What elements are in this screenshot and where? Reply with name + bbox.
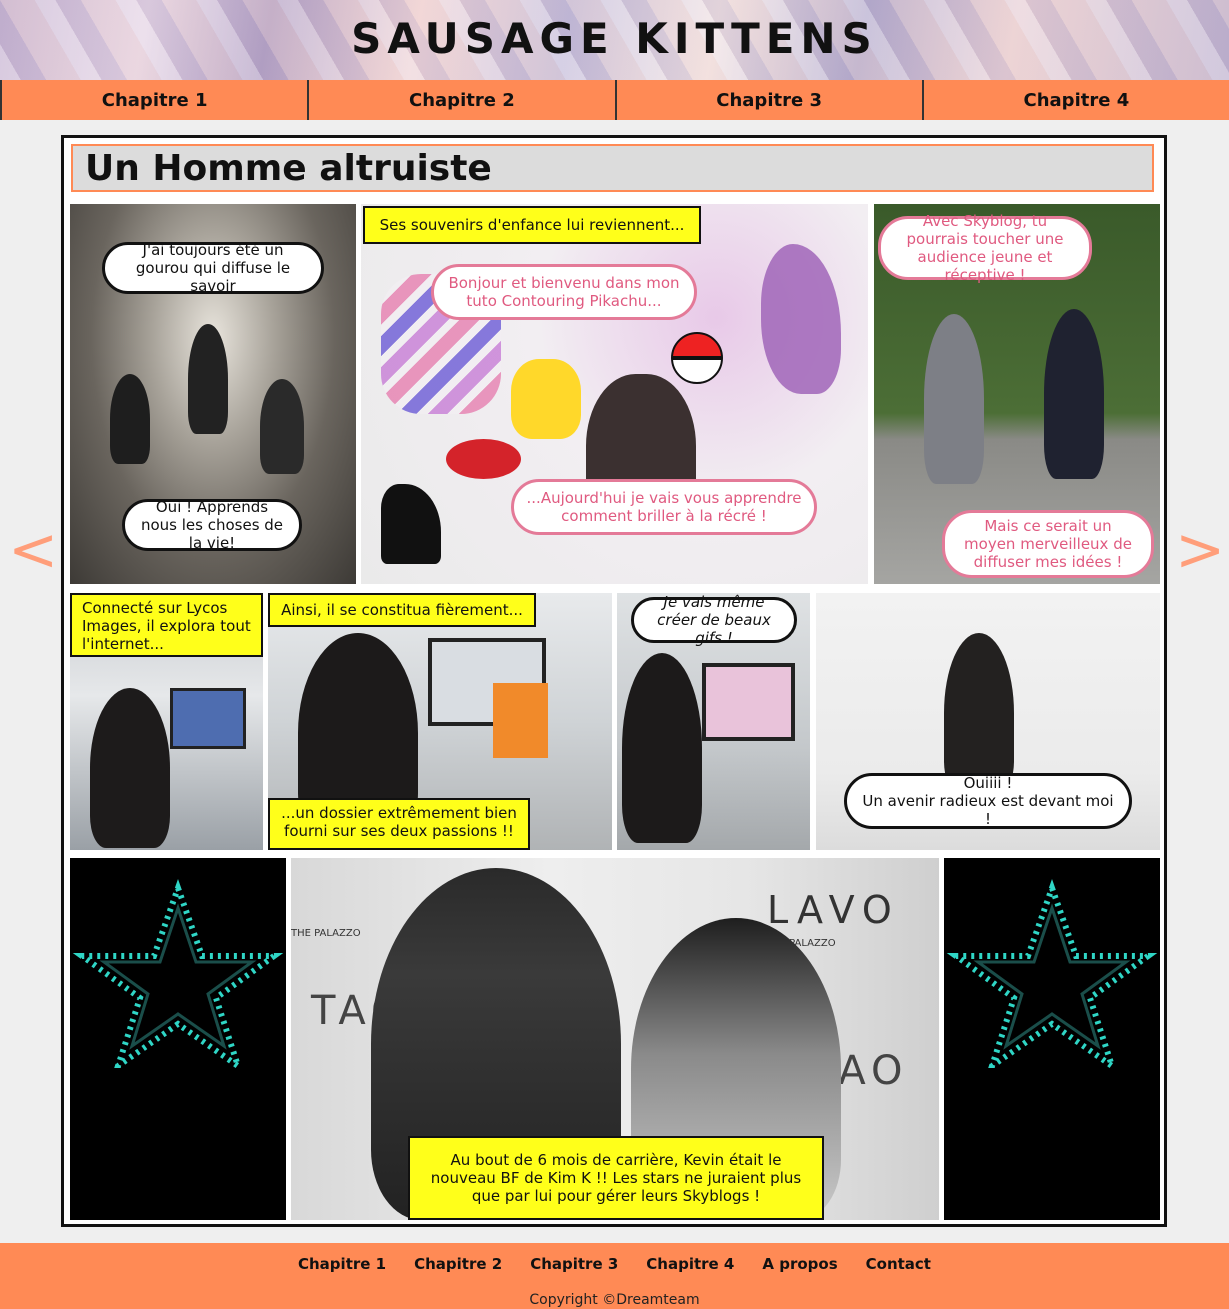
chapter-nav: Chapitre 1 Chapitre 2 Chapitre 3 Chapitr… xyxy=(0,80,1229,120)
comic-title: Un Homme altruiste xyxy=(71,144,1154,192)
panel-dossier-photo: Ainsi, il se constitua fièrement... ...u… xyxy=(268,593,612,850)
panel-skyblog-photo: Avec Skyblog, tu pourrais toucher une au… xyxy=(874,204,1160,584)
speech-bubble: J'ai toujours été un gourou qui diffuse … xyxy=(102,241,324,295)
footer-nav: Chapitre 1 Chapitre 2 Chapitre 3 Chapitr… xyxy=(0,1255,1229,1273)
panel-star-left xyxy=(70,858,286,1220)
panel-caption: Ainsi, il se constitua fièrement... xyxy=(268,593,536,627)
speech-bubble: Oui ! Apprends nous les choses de la vie… xyxy=(122,498,302,552)
site-title[interactable]: SAUSAGE KITTENS xyxy=(0,14,1229,63)
footer-link-chapitre-2[interactable]: Chapitre 2 xyxy=(414,1255,502,1273)
speech-bubble: Bonjour et bienvenu dans mon tuto Contou… xyxy=(431,264,697,320)
pikachu-figure xyxy=(511,359,581,439)
nav-chapitre-3[interactable]: Chapitre 3 xyxy=(614,80,922,120)
pokeball-icon xyxy=(671,332,723,384)
dragon-figure xyxy=(761,244,841,394)
footer-link-chapitre-4[interactable]: Chapitre 4 xyxy=(646,1255,734,1273)
backdrop-text: LAVO xyxy=(767,888,900,932)
nav-chapitre-4[interactable]: Chapitre 4 xyxy=(921,80,1229,120)
next-page-arrow[interactable]: > xyxy=(1175,520,1225,580)
bubble-line: Un avenir radieux est devant moi ! xyxy=(862,792,1114,828)
panel-caption: Au bout de 6 mois de carrière, Kevin éta… xyxy=(408,1136,824,1220)
footer-link-contact[interactable]: Contact xyxy=(866,1255,931,1273)
laptop-screen xyxy=(702,663,795,741)
speech-bubble: ...Aujourd'hui je vais vous apprendre co… xyxy=(511,479,817,535)
panel-caption: Connecté sur Lycos Images, il explora to… xyxy=(70,593,263,657)
person-figure xyxy=(1044,309,1104,479)
person-figure xyxy=(924,314,984,484)
panel-caption: ...un dossier extrêmement bien fourni su… xyxy=(268,798,530,850)
backdrop-text: THE PALAZZO xyxy=(291,928,361,939)
red-shoe xyxy=(381,484,441,564)
header-banner: SAUSAGE KITTENS xyxy=(0,0,1229,80)
nav-chapitre-1[interactable]: Chapitre 1 xyxy=(0,80,307,120)
footer-link-chapitre-3[interactable]: Chapitre 3 xyxy=(530,1255,618,1273)
neon-star-icon xyxy=(72,878,284,1068)
panel-pikachu-tutorial: Ses souvenirs d'enfance lui reviennent..… xyxy=(361,204,868,584)
speech-bubble: Ouiiii ! Un avenir radieux est devant mo… xyxy=(844,773,1132,829)
panel-gifs-photo: Je vais même créer de beaux gifs ! xyxy=(617,593,810,850)
speech-bubble: Je vais même créer de beaux gifs ! xyxy=(631,593,797,647)
footer: Chapitre 1 Chapitre 2 Chapitre 3 Chapitr… xyxy=(0,1243,1229,1309)
person-figure xyxy=(188,324,228,434)
copyright: Copyright ©Dreamteam xyxy=(529,1292,700,1308)
speech-bubble: Mais ce serait un moyen merveilleux de d… xyxy=(942,510,1154,578)
panel-caption: Ses souvenirs d'enfance lui reviennent..… xyxy=(363,206,701,244)
laptop-screen xyxy=(170,688,246,749)
person-figure xyxy=(90,688,170,848)
speech-bubble: Avec Skyblog, tu pourrais toucher une au… xyxy=(878,212,1092,284)
footer-link-a-propos[interactable]: A propos xyxy=(762,1255,837,1273)
panel-celebrity-photo: LAVO LAVO TAO TAO THE PALAZZO THE PALAZZ… xyxy=(291,858,939,1220)
nav-chapitre-2[interactable]: Chapitre 2 xyxy=(307,80,614,120)
person-figure xyxy=(622,653,702,843)
neon-star-icon xyxy=(946,878,1158,1068)
person-figure xyxy=(110,374,150,464)
panel-gourou-photo: J'ai toujours été un gourou qui diffuse … xyxy=(70,204,356,584)
panel-avenir-photo: Ouiiii ! Un avenir radieux est devant mo… xyxy=(816,593,1160,850)
previous-page-arrow[interactable]: < xyxy=(8,520,58,580)
panel-star-right xyxy=(944,858,1160,1220)
notepad xyxy=(493,683,548,758)
lips-sticker xyxy=(446,439,521,479)
person-figure xyxy=(260,379,304,474)
bubble-line: Ouiiii ! xyxy=(963,774,1013,792)
comic-page: Un Homme altruiste J'ai toujours été un … xyxy=(61,135,1167,1227)
footer-link-chapitre-1[interactable]: Chapitre 1 xyxy=(298,1255,386,1273)
panel-lycos-photo: Connecté sur Lycos Images, il explora to… xyxy=(70,593,263,850)
person-figure xyxy=(944,633,1014,793)
